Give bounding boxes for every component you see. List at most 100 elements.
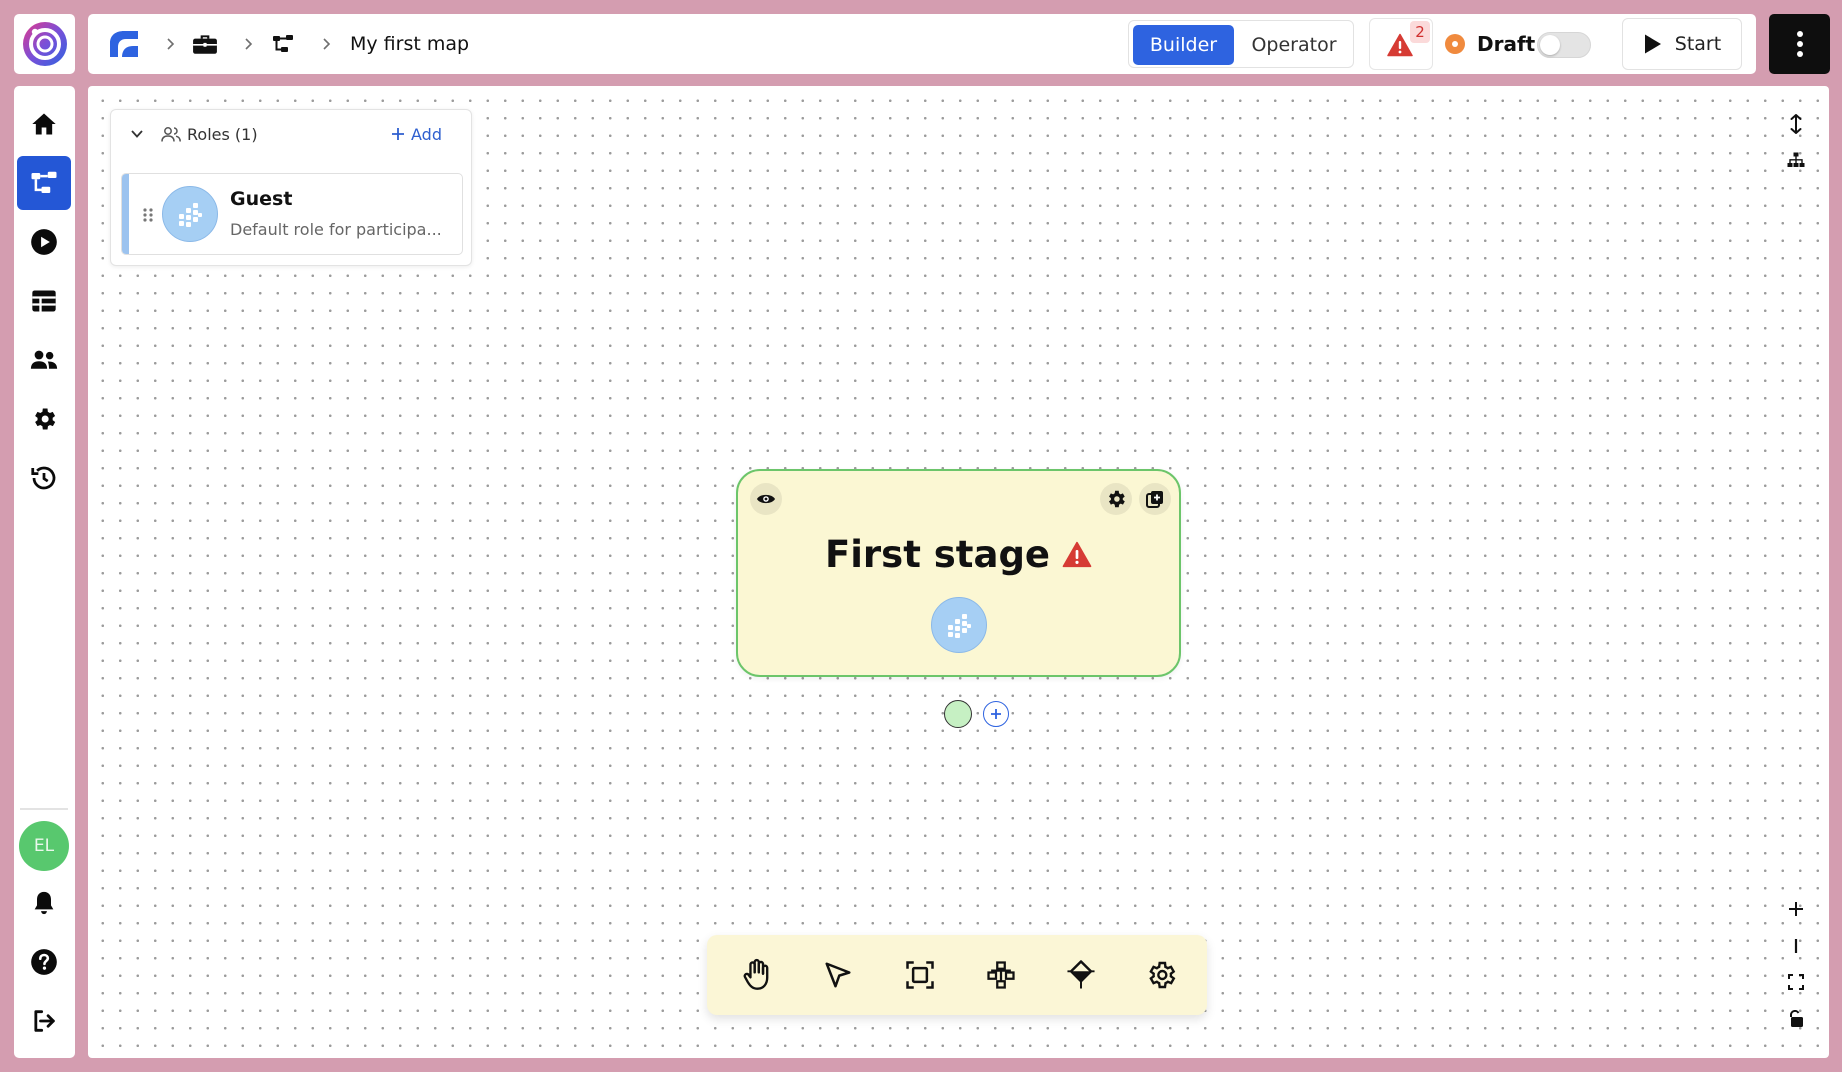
decision-tool-button[interactable] xyxy=(1057,951,1105,999)
history-icon xyxy=(31,466,56,490)
breadcrumb-separator xyxy=(164,14,178,74)
canvas-toolbar xyxy=(707,935,1207,1015)
role-name: Guest xyxy=(230,188,293,210)
stage-node[interactable]: First stage xyxy=(736,469,1181,677)
drag-handle-icon[interactable] xyxy=(142,207,154,223)
eye-icon xyxy=(757,494,775,504)
sidebar-item-history[interactable] xyxy=(17,451,71,505)
canvas-settings-button[interactable] xyxy=(1137,951,1185,999)
logout-icon xyxy=(34,1010,55,1032)
stage-role-avatar xyxy=(931,597,987,653)
sidebar-item-map[interactable] xyxy=(17,156,71,210)
gear-icon xyxy=(1109,490,1125,508)
breadcrumb-separator xyxy=(242,14,256,74)
briefcase-icon xyxy=(193,35,217,54)
page-title[interactable]: My first map xyxy=(350,14,469,74)
chevron-right-icon xyxy=(167,38,175,50)
tree-icon xyxy=(1787,152,1805,167)
workspace-logo-icon xyxy=(110,31,138,57)
sidebar-item-data[interactable] xyxy=(17,274,71,328)
stage-settings-button[interactable] xyxy=(1100,483,1132,515)
stage-header: First stage xyxy=(738,533,1179,576)
add-role-button[interactable]: Add xyxy=(391,110,442,158)
start-button[interactable]: Start xyxy=(1622,18,1742,70)
duplicate-icon xyxy=(1146,491,1163,508)
play-icon xyxy=(1644,34,1661,54)
sidebar-item-people[interactable] xyxy=(17,333,71,387)
ring-logo-icon xyxy=(22,22,67,66)
role-card[interactable]: Guest Default role for participa... xyxy=(121,173,463,255)
breadcrumb-map[interactable] xyxy=(270,14,296,74)
lock-canvas-button[interactable] xyxy=(1781,1004,1811,1034)
gear-icon xyxy=(35,408,56,430)
vertical-layout-button[interactable] xyxy=(1781,109,1811,139)
sidebar-item-help[interactable] xyxy=(17,935,71,989)
sidebar: EL xyxy=(14,86,75,1058)
sidebar-item-settings[interactable] xyxy=(17,392,71,446)
fit-view-icon xyxy=(1788,974,1804,990)
chevron-down-icon[interactable] xyxy=(130,128,144,140)
avatar-initials: EL xyxy=(33,836,55,856)
kebab-menu-icon xyxy=(1796,31,1803,57)
sidebar-item-run[interactable] xyxy=(17,215,71,269)
role-color-stripe xyxy=(122,174,129,254)
sidebar-divider xyxy=(20,808,68,810)
minus-icon xyxy=(1794,939,1798,953)
sidebar-item-notifications[interactable] xyxy=(17,876,71,930)
select-tool-button[interactable] xyxy=(814,951,862,999)
sidebar-item-logout[interactable] xyxy=(17,994,71,1048)
chevron-right-icon xyxy=(323,38,331,50)
help-icon xyxy=(31,949,57,975)
zoom-in-button[interactable] xyxy=(1781,894,1811,924)
builder-mode-button[interactable]: Builder xyxy=(1133,25,1234,65)
add-next-stage-button[interactable] xyxy=(983,701,1009,727)
issues-count-badge: 2 xyxy=(1410,21,1430,43)
more-menu-button[interactable] xyxy=(1769,14,1830,74)
publish-toggle[interactable] xyxy=(1537,32,1591,58)
bell-icon xyxy=(34,891,54,915)
breadcrumb-project[interactable] xyxy=(192,14,218,74)
roles-panel-title: Roles (1) xyxy=(187,124,258,144)
map-canvas[interactable]: Roles (1) Add Guest Default role for par… xyxy=(88,86,1829,1058)
add-role-label: Add xyxy=(411,124,442,144)
users-icon xyxy=(30,350,58,369)
pan-tool-button[interactable] xyxy=(733,951,781,999)
preview-stage-button[interactable] xyxy=(750,483,782,515)
duplicate-stage-button[interactable] xyxy=(1139,483,1171,515)
top-bar: My first map Builder Operator 2 Draft St… xyxy=(88,14,1756,74)
issues-button[interactable]: 2 xyxy=(1369,18,1433,70)
flowchart-icon xyxy=(31,171,57,193)
users-outline-icon xyxy=(161,127,181,142)
zoom-out-button[interactable] xyxy=(1781,931,1811,961)
role-pattern-icon xyxy=(179,203,202,227)
frame-select-icon xyxy=(906,961,934,989)
roles-panel: Roles (1) Add Guest Default role for par… xyxy=(110,109,472,266)
breadcrumb-workspace[interactable] xyxy=(108,14,140,74)
flowchart-icon xyxy=(273,35,293,52)
auto-layout-tool-button[interactable] xyxy=(977,951,1025,999)
mode-toggle: Builder Operator xyxy=(1128,20,1354,68)
role-avatar xyxy=(162,186,218,242)
tree-layout-button[interactable] xyxy=(1781,145,1811,175)
fit-view-button[interactable] xyxy=(1781,967,1811,997)
play-circle-icon xyxy=(31,229,57,255)
operator-mode-button[interactable]: Operator xyxy=(1237,25,1351,65)
hierarchy-icon xyxy=(987,961,1015,989)
sidebar-item-home[interactable] xyxy=(17,97,71,151)
stage-output-handle[interactable] xyxy=(944,700,972,728)
table-icon xyxy=(32,290,56,312)
frame-select-tool-button[interactable] xyxy=(896,951,944,999)
stage-title: First stage xyxy=(824,533,1051,576)
chevron-right-icon xyxy=(245,38,253,50)
home-icon xyxy=(32,113,56,135)
breadcrumb-separator xyxy=(320,14,334,74)
warning-icon xyxy=(1062,541,1092,568)
lock-icon xyxy=(1789,1010,1803,1027)
role-description: Default role for participa... xyxy=(230,220,442,239)
app-logo[interactable] xyxy=(14,14,75,74)
status-label: Draft xyxy=(1477,32,1536,56)
status-indicator-icon xyxy=(1445,34,1465,54)
roles-panel-header: Roles (1) Add xyxy=(111,110,471,158)
avatar[interactable]: EL xyxy=(19,821,69,871)
decision-icon xyxy=(1067,960,1095,989)
